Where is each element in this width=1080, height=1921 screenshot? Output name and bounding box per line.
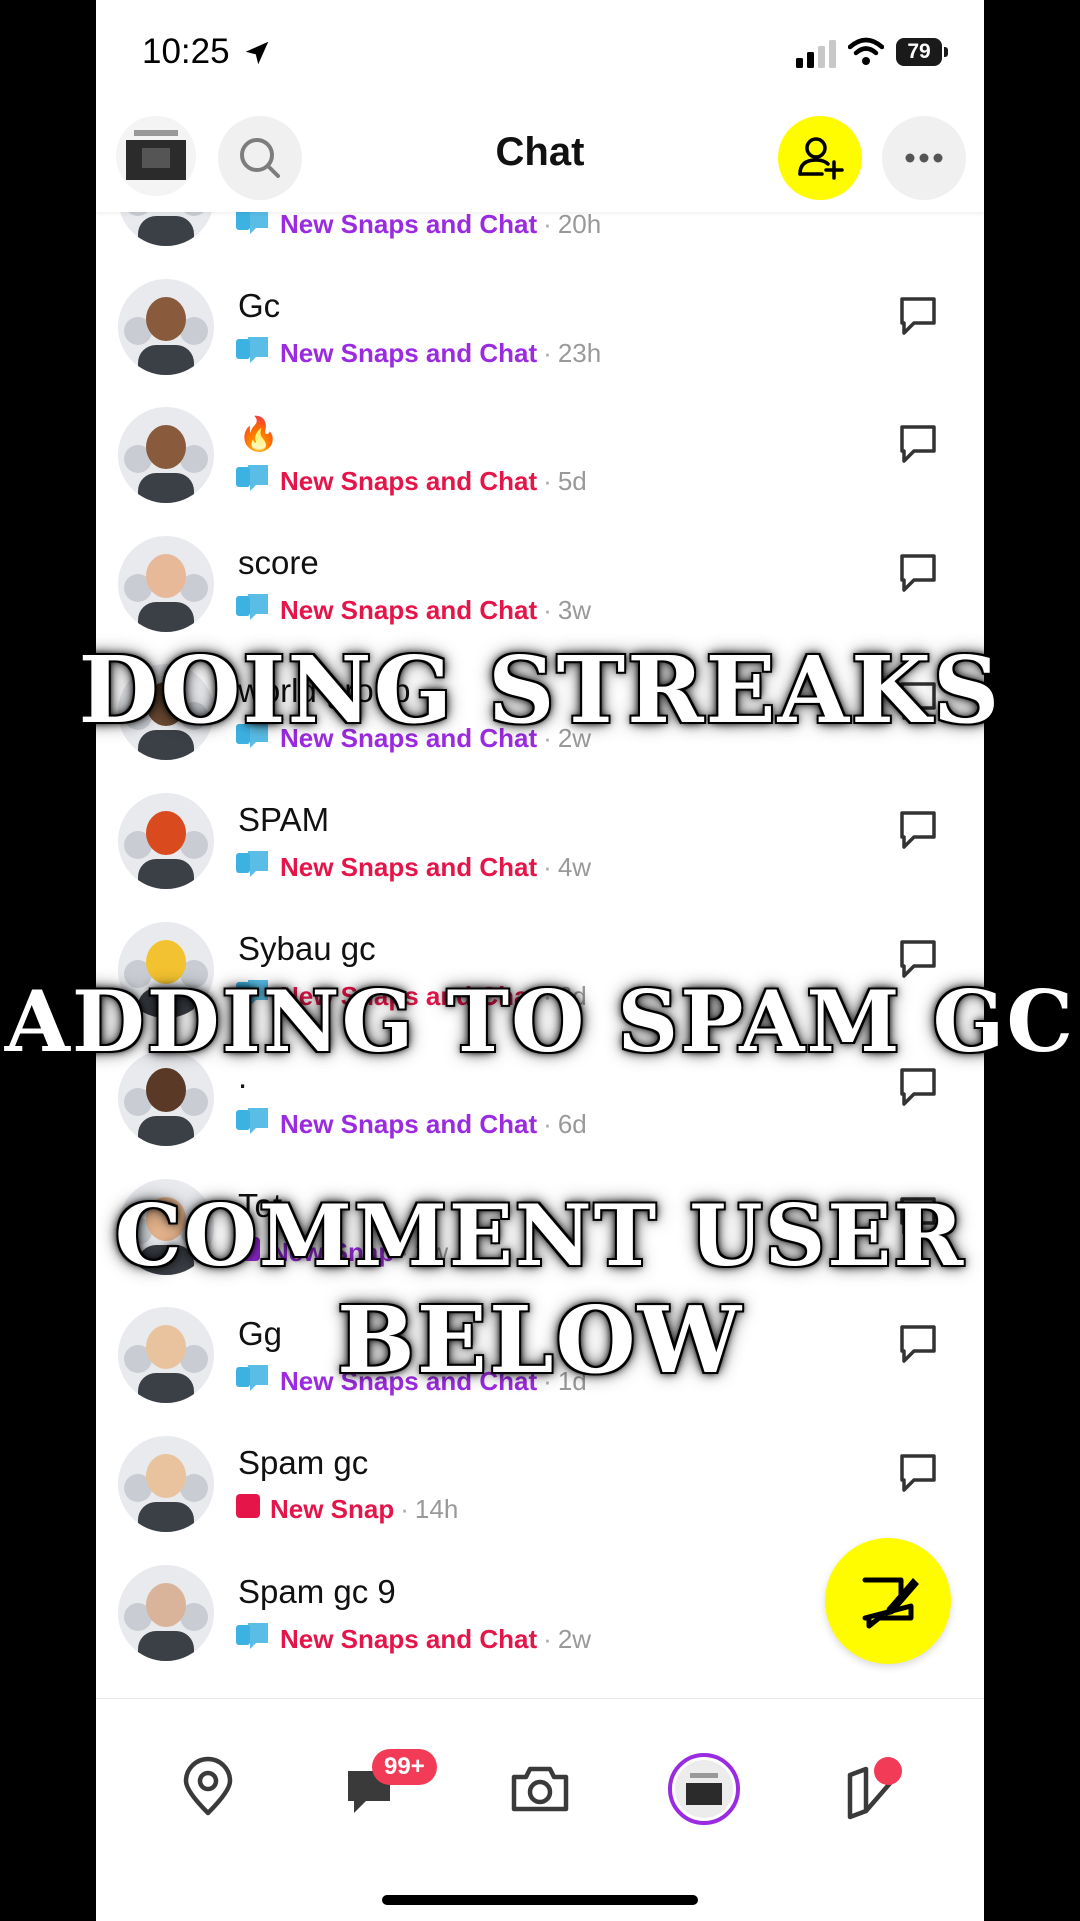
- home-indicator: [382, 1895, 698, 1905]
- chat-status-line: New Snaps and Chat · 5d: [234, 463, 587, 497]
- chat-status-line: New Snaps and Chat · 23h: [234, 335, 601, 369]
- bitmoji-avatar[interactable]: [118, 1436, 214, 1532]
- chat-status: New Snaps and Chat: [280, 852, 538, 882]
- chat-timestamp: 3w: [557, 594, 592, 625]
- chat-name: SPAM: [238, 801, 330, 838]
- chat-name: Sybau gc: [238, 929, 376, 967]
- chat-name: Spam gc 9: [238, 1572, 396, 1610]
- chat-row[interactable]: Gc New Snaps and Chat · 23h: [96, 257, 984, 385]
- chat-name: Spam gc: [238, 1444, 369, 1481]
- separator-dot: ·: [543, 466, 552, 497]
- chat-name: score: [238, 543, 319, 581]
- status-time: 10:25: [142, 32, 230, 71]
- chat-status: New Snaps and Chat: [280, 594, 538, 625]
- chat-status-line: New Snaps and Chat · 6d: [234, 1106, 587, 1140]
- separator-dot: ·: [543, 337, 552, 368]
- nav-stories-button[interactable]: [666, 1751, 742, 1827]
- chat-bubble-icon: [234, 1621, 272, 1658]
- wifi-icon: [848, 37, 884, 65]
- chat-timestamp: 20h: [557, 209, 602, 239]
- chat-timestamp: 5d: [557, 466, 587, 497]
- bottom-navigation: 99+: [96, 1698, 984, 1921]
- chat-bubble-icon: [234, 1106, 272, 1143]
- separator-dot: ·: [543, 209, 552, 239]
- chat-name: Gc: [238, 286, 281, 324]
- add-friend-icon: [798, 137, 844, 180]
- open-chat-icon[interactable]: [896, 807, 940, 851]
- bitmoji-avatar[interactable]: [118, 407, 214, 504]
- more-options-button[interactable]: [882, 116, 966, 200]
- chat-status: New Snap: [270, 1494, 395, 1524]
- chat-bubble-icon: [234, 335, 272, 372]
- chat-bubble-icon: [234, 463, 272, 500]
- spotlight-icon: [847, 1757, 902, 1820]
- separator-dot: ·: [543, 852, 552, 882]
- overlay-caption-2: ADDING TO SPAM GC: [4, 972, 1076, 1071]
- chat-unread-badge: 99+: [372, 1749, 437, 1785]
- chat-timestamp: 2w: [557, 1623, 592, 1654]
- separator-dot: ·: [400, 1494, 409, 1524]
- nav-spotlight-button[interactable]: [836, 1751, 912, 1827]
- location-arrow-icon: [245, 41, 269, 65]
- separator-dot: ·: [543, 1109, 552, 1140]
- open-chat-icon[interactable]: [896, 1450, 940, 1494]
- chat-timestamp: 4w: [557, 852, 592, 882]
- chat-row[interactable]: score New Snaps and Chat · 3w: [96, 514, 984, 642]
- chat-header: Chat: [96, 100, 984, 212]
- separator-dot: ·: [543, 1623, 552, 1654]
- overlay-caption-4: BELOW: [336, 1286, 744, 1394]
- nav-map-button[interactable]: [170, 1751, 246, 1827]
- overlay-caption-3: COMMENT USER: [114, 1186, 966, 1285]
- chat-status-line: New Snaps and Chat · 3w: [234, 592, 591, 626]
- chat-status: New Snaps and Chat: [280, 209, 538, 239]
- chat-row[interactable]: SPAM New Snaps and Chat · 4w: [96, 771, 984, 899]
- separator-dot: ·: [543, 594, 552, 625]
- bitmoji-avatar[interactable]: [118, 793, 214, 889]
- chat-status: New Snaps and Chat: [280, 1623, 538, 1654]
- chat-row[interactable]: Spam gc New Snap · 14h: [96, 1414, 984, 1542]
- chat-status: New Snaps and Chat: [280, 337, 538, 368]
- bitmoji-avatar[interactable]: [118, 1564, 214, 1661]
- camera-icon: [511, 1766, 569, 1812]
- add-friend-button[interactable]: [778, 116, 862, 200]
- chat-status: New Snaps and Chat: [280, 1109, 538, 1140]
- map-pin-icon: [183, 1756, 233, 1816]
- chat-bubble-icon: [234, 849, 272, 886]
- chat-name: 🔥: [238, 415, 280, 453]
- nav-camera-button[interactable]: [502, 1751, 578, 1827]
- chat-status-line: New Snaps and Chat · 4w: [234, 849, 591, 883]
- bitmoji-avatar[interactable]: [118, 278, 214, 375]
- open-chat-icon[interactable]: [896, 550, 940, 594]
- chat-status: New Snaps and Chat: [280, 466, 538, 497]
- bitmoji-avatar[interactable]: [118, 535, 214, 632]
- chat-row[interactable]: 🔥 New Snaps and Chat · 5d: [96, 385, 984, 513]
- cellular-signal-icon: [796, 40, 836, 68]
- snap-square-icon: [234, 1492, 262, 1527]
- chat-status-line: New Snap · 14h: [234, 1492, 458, 1526]
- overlay-caption-1: DOING STREAKS: [78, 636, 1002, 744]
- chat-timestamp: 6d: [557, 1109, 587, 1140]
- friend-story-icon: [668, 1753, 740, 1825]
- open-chat-icon[interactable]: [896, 293, 940, 337]
- open-chat-icon[interactable]: [896, 421, 940, 465]
- chat-timestamp: 23h: [557, 337, 602, 368]
- chat-timestamp: 14h: [414, 1494, 459, 1524]
- new-chat-button[interactable]: [825, 1538, 951, 1664]
- chat-bubble-icon: [234, 592, 272, 629]
- status-bar: 10:25 79: [96, 0, 984, 100]
- compose-chat-icon: [862, 1577, 919, 1629]
- battery-indicator: 79: [896, 38, 948, 66]
- more-dots-icon: [905, 153, 943, 163]
- chat-status-line: New Snaps and Chat · 2w: [234, 1621, 591, 1655]
